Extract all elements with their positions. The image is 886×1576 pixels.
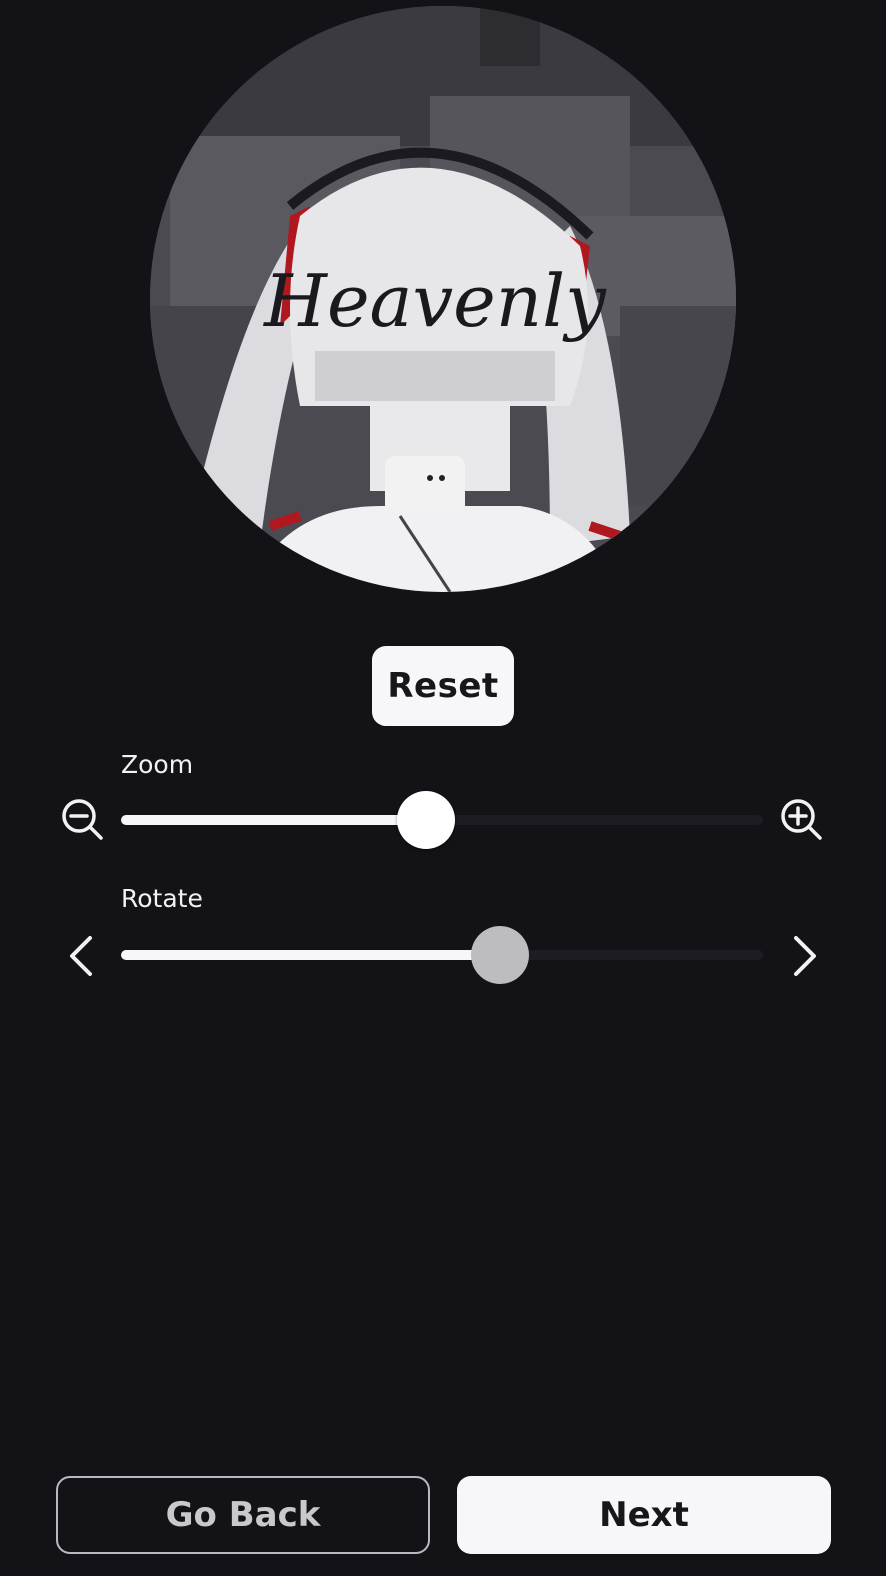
reset-button[interactable]: Reset	[372, 646, 514, 726]
zoom-slider-thumb[interactable]	[397, 791, 455, 849]
avatar-hair-text: Heavenly	[262, 259, 607, 343]
zoom-out-icon[interactable]	[59, 796, 107, 844]
next-button[interactable]: Next	[457, 1476, 831, 1554]
zoom-slider[interactable]	[121, 791, 763, 849]
rotate-slider[interactable]	[121, 926, 763, 984]
rotate-label: Rotate	[121, 884, 203, 913]
zoom-in-icon[interactable]	[776, 796, 824, 844]
avatar-image: Heavenly	[150, 6, 736, 592]
chevron-left-icon[interactable]	[58, 932, 106, 980]
go-back-button[interactable]: Go Back	[56, 1476, 430, 1554]
chevron-right-icon[interactable]	[780, 932, 828, 980]
rotate-slider-fill	[121, 950, 500, 960]
avatar-preview[interactable]: Heavenly	[150, 6, 736, 592]
zoom-slider-fill	[121, 815, 426, 825]
zoom-label: Zoom	[121, 750, 194, 779]
rotate-slider-thumb[interactable]	[471, 926, 529, 984]
